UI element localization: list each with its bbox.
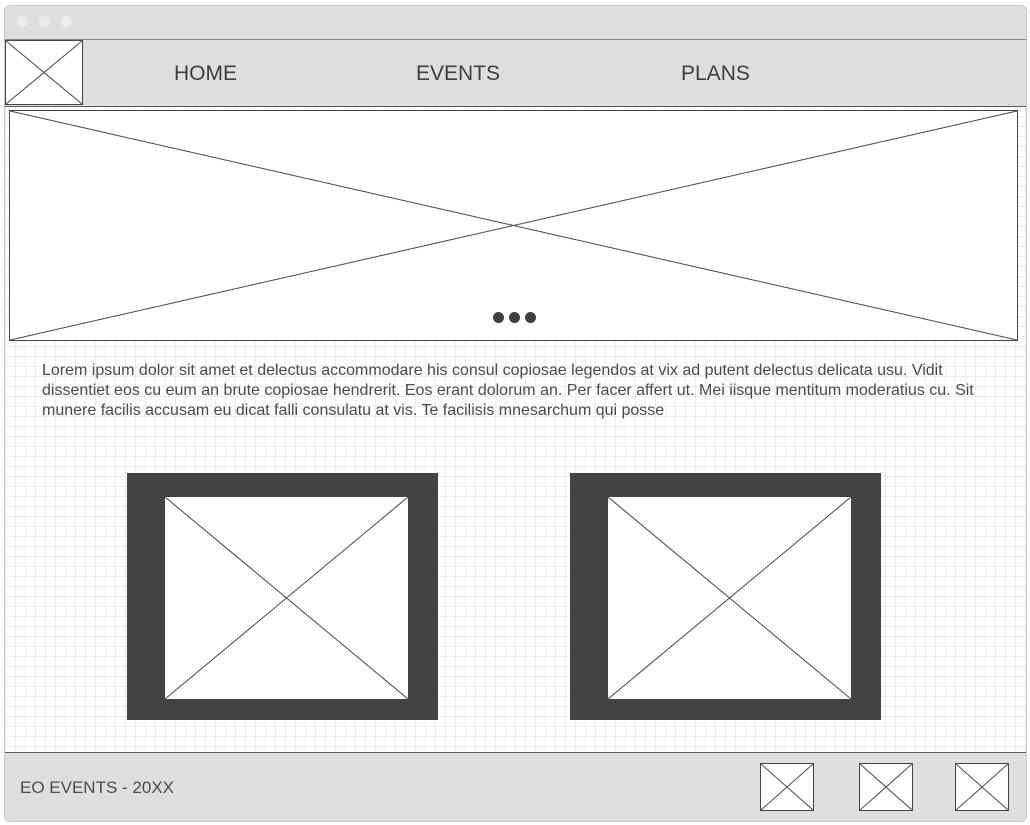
nav-events-link[interactable]: EVENTS xyxy=(416,62,500,86)
page-footer: EO EVENTS - 20XX xyxy=(5,752,1026,821)
social-link-3-icon[interactable] xyxy=(955,763,1009,811)
browser-window: HOME EVENTS PLANS Lorem ipsum dolor sit … xyxy=(4,5,1027,822)
footer-copyright: EO EVENTS - 20XX xyxy=(20,778,174,797)
card-image-placeholder-icon xyxy=(165,497,408,699)
top-navbar: HOME EVENTS PLANS xyxy=(5,40,1026,107)
hero-image-placeholder-icon xyxy=(10,111,1017,340)
window-maximize-button[interactable] xyxy=(61,16,72,27)
carousel-dot-1[interactable] xyxy=(493,312,504,323)
nav-plans-link[interactable]: PLANS xyxy=(681,62,750,86)
carousel-dot-2[interactable] xyxy=(509,312,520,323)
hero-image-placeholder xyxy=(9,110,1018,341)
logo-image-placeholder-icon[interactable] xyxy=(5,40,83,105)
window-minimize-button[interactable] xyxy=(39,16,50,27)
intro-paragraph: Lorem ipsum dolor sit amet et delectus a… xyxy=(42,362,974,419)
card-image-placeholder-icon xyxy=(608,497,851,699)
social-link-2-icon[interactable] xyxy=(859,763,913,811)
event-card-2[interactable] xyxy=(570,473,881,720)
window-titlebar xyxy=(5,6,1026,40)
social-link-1-icon[interactable] xyxy=(760,763,814,811)
carousel-pagination xyxy=(493,310,541,323)
window-close-button[interactable] xyxy=(17,16,28,27)
event-card-1[interactable] xyxy=(127,473,438,720)
nav-home-link[interactable]: HOME xyxy=(174,62,237,86)
carousel-dot-3[interactable] xyxy=(525,312,536,323)
